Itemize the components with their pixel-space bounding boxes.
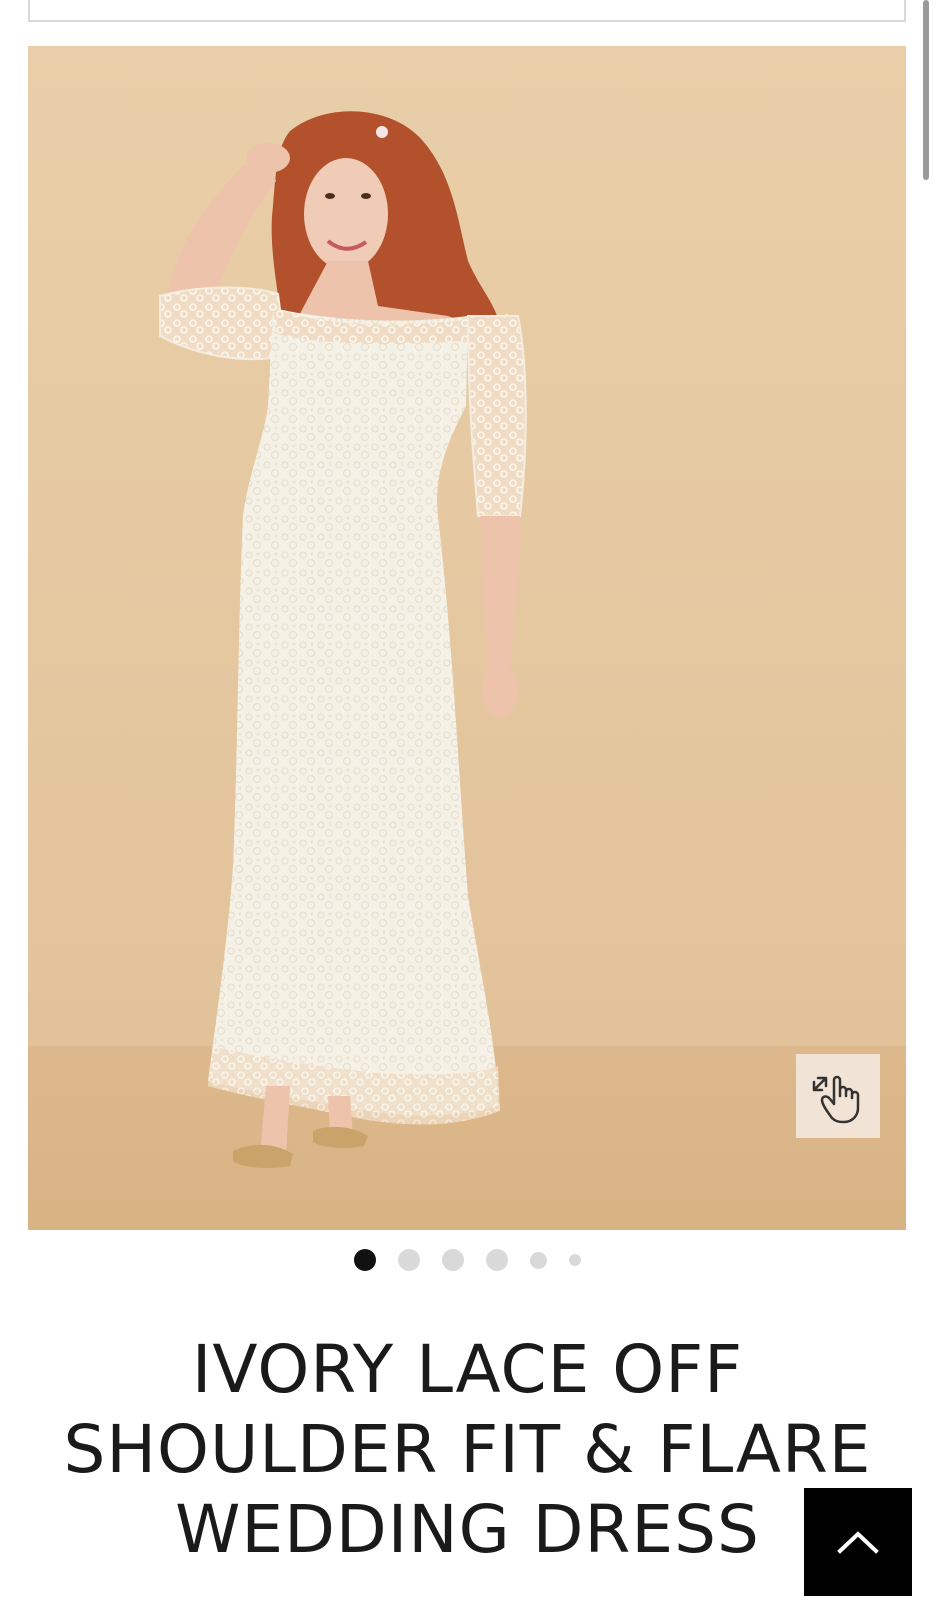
scrollbar[interactable]	[923, 0, 929, 180]
carousel-dot-5[interactable]	[530, 1251, 547, 1269]
carousel-dot-4[interactable]	[486, 1249, 508, 1271]
carousel-dot-6[interactable]	[569, 1254, 581, 1266]
carousel-dot-3[interactable]	[442, 1249, 464, 1271]
product-title: IVORY LACE OFF SHOULDER FIT & FLARE WEDD…	[63, 1331, 872, 1568]
chevron-up-icon	[837, 1531, 879, 1554]
product-image[interactable]	[28, 46, 906, 1230]
carousel-dot-2[interactable]	[398, 1249, 420, 1271]
back-to-top-button[interactable]	[804, 1488, 912, 1596]
pinch-zoom-hint[interactable]	[796, 1054, 880, 1138]
image-carousel-dots	[0, 1248, 935, 1272]
pinch-zoom-hand-icon	[812, 1075, 860, 1124]
product-page: IVORY LACE OFF SHOULDER FIT & FLARE WEDD…	[0, 0, 935, 1600]
carousel-dot-1[interactable]	[354, 1249, 376, 1271]
search-bar[interactable]	[28, 0, 906, 22]
product-photo	[28, 46, 906, 1230]
